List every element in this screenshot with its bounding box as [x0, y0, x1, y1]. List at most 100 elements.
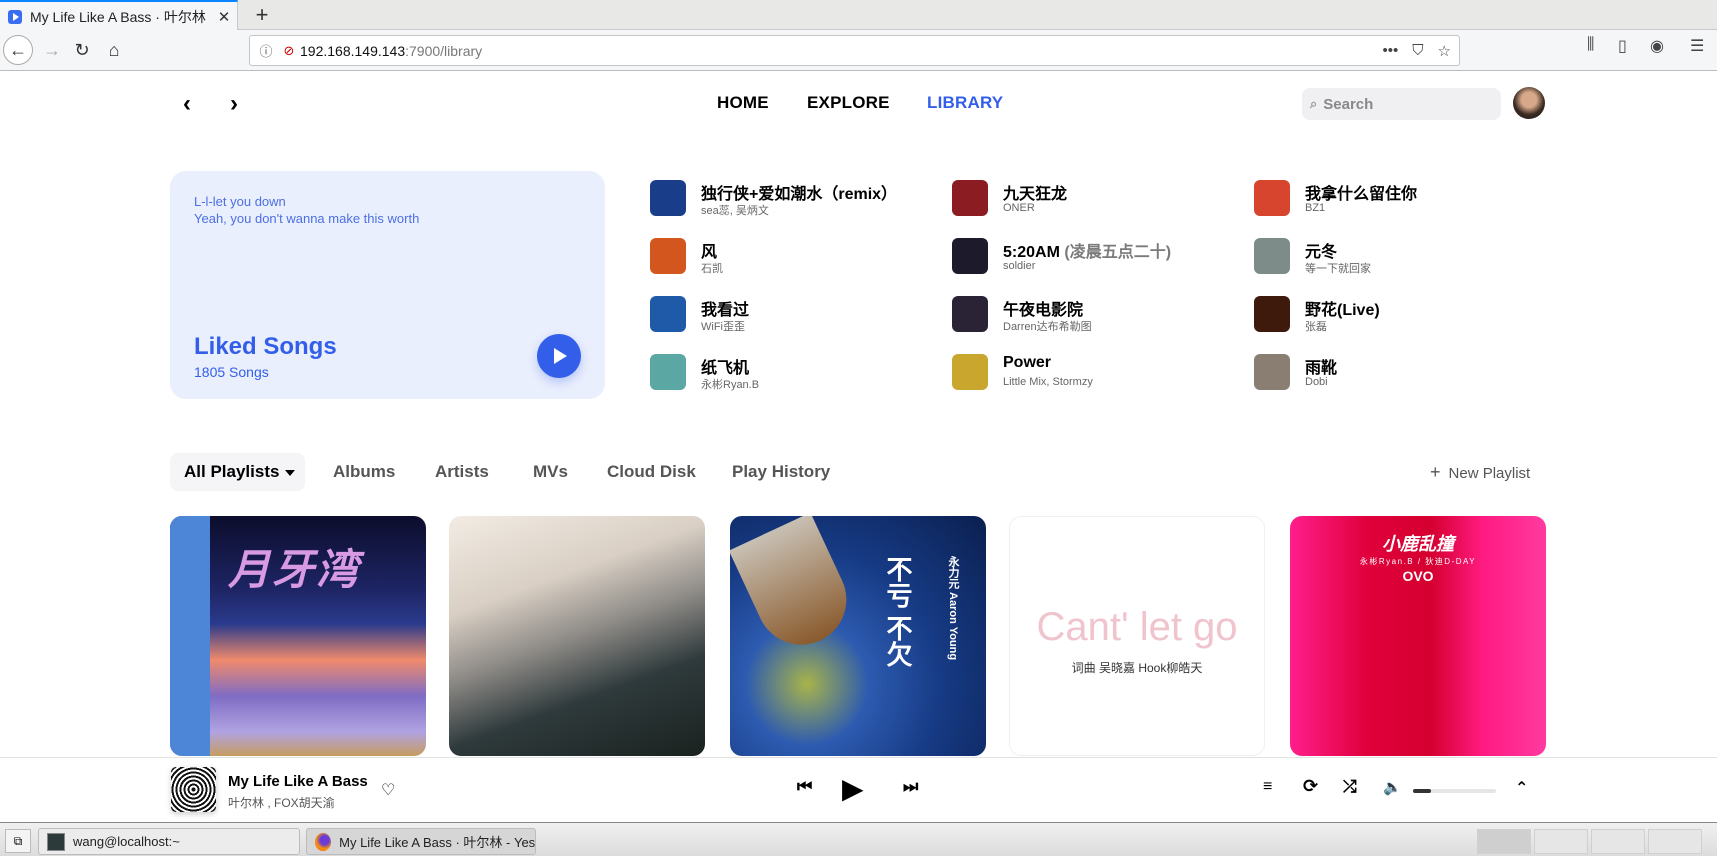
song-artist[interactable]: BZ1	[1305, 202, 1325, 214]
song-item[interactable]: 纸飞机 永彬Ryan.B	[650, 354, 940, 398]
now-playing-title[interactable]: My Life Like A Bass	[228, 773, 368, 790]
tab-mvs[interactable]: MVs	[533, 453, 568, 491]
repeat-icon[interactable]: ⟳	[1303, 776, 1318, 797]
sidebar-icon[interactable]: ▯	[1618, 36, 1627, 56]
song-item[interactable]: 我拿什么留住你 BZ1	[1254, 180, 1544, 224]
play-liked-button[interactable]	[537, 334, 581, 378]
song-cover[interactable]	[952, 354, 988, 390]
insecure-lock-icon[interactable]: ⊘	[278, 43, 300, 59]
taskbar-terminal[interactable]: wang@localhost:~	[38, 828, 300, 855]
song-title[interactable]: 元冬	[1305, 238, 1337, 262]
song-artist[interactable]: soldier	[1003, 260, 1035, 272]
song-title[interactable]: 九天狂龙	[1003, 180, 1067, 204]
play-icon[interactable]: ▶	[842, 772, 864, 805]
pocket-icon[interactable]: ⛉	[1412, 42, 1423, 59]
volume-icon[interactable]: 🔈	[1383, 778, 1402, 796]
playlist-card[interactable]: 小鹿乱撞 永彬Ryan.B / 狄迪D-DAY OVO	[1290, 516, 1546, 756]
queue-icon[interactable]: ≡	[1263, 778, 1272, 796]
playlist-card[interactable]	[449, 516, 705, 756]
tab-all-playlists[interactable]: All Playlists	[170, 453, 305, 491]
forward-button[interactable]: →	[38, 36, 66, 64]
bookmark-star-icon[interactable]: ☆	[1438, 42, 1451, 60]
song-title[interactable]: 独行侠+爱如潮水（remix）	[701, 180, 897, 204]
song-title[interactable]: 野花(Live)	[1305, 296, 1380, 320]
song-title[interactable]: 5:20AM (凌晨五点二十)	[1003, 238, 1171, 262]
song-cover[interactable]	[1254, 296, 1290, 332]
nav-forward-button[interactable]: ›	[230, 90, 238, 118]
previous-track-icon[interactable]: ⏮	[797, 777, 812, 797]
song-cover[interactable]	[1254, 180, 1290, 216]
shuffle-icon[interactable]: ⤮	[1343, 777, 1357, 797]
song-item[interactable]: 我看过 WiFi歪歪	[650, 296, 940, 340]
song-cover[interactable]	[952, 238, 988, 274]
back-button[interactable]: ←	[3, 35, 33, 65]
show-desktop-button[interactable]: ⧉	[5, 829, 31, 853]
song-title[interactable]: 纸飞机	[701, 354, 749, 378]
workspace-4[interactable]	[1648, 829, 1702, 854]
playlist-card[interactable]: 月牙湾	[170, 516, 426, 756]
song-title[interactable]: 午夜电影院	[1003, 296, 1083, 320]
workspace-2[interactable]	[1534, 829, 1588, 854]
song-artist[interactable]: Dobi	[1305, 376, 1328, 388]
song-artist[interactable]: Little Mix, Stormzy	[1003, 376, 1093, 388]
tab-cloud-disk[interactable]: Cloud Disk	[607, 453, 696, 491]
home-button[interactable]: ⌂	[100, 36, 128, 64]
next-track-icon[interactable]: ⏭	[903, 777, 918, 797]
song-cover[interactable]	[650, 180, 686, 216]
song-title[interactable]: 雨靴	[1305, 354, 1337, 378]
nav-library[interactable]: LIBRARY	[927, 93, 1003, 113]
reload-button[interactable]: ↻	[68, 36, 96, 64]
nav-home[interactable]: HOME	[717, 93, 769, 113]
expand-lyrics-icon[interactable]: ⌃	[1515, 778, 1528, 798]
song-artist[interactable]: Darren达布希勒图	[1003, 318, 1092, 334]
song-item[interactable]: 元冬 等一下就回家	[1254, 238, 1544, 282]
new-playlist-button[interactable]: + New Playlist	[1430, 462, 1530, 483]
song-artist[interactable]: 永彬Ryan.B	[701, 376, 759, 392]
song-item[interactable]: 午夜电影院 Darren达布希勒图	[952, 296, 1242, 340]
liked-songs-card[interactable]: L-l-let you down Yeah, you don't wanna m…	[170, 171, 605, 399]
account-icon[interactable]: ◉	[1650, 36, 1664, 56]
song-title[interactable]: Power	[1003, 354, 1051, 372]
song-cover[interactable]	[1254, 238, 1290, 274]
library-icon[interactable]: ⫼	[1587, 36, 1594, 54]
nav-back-button[interactable]: ‹	[183, 90, 191, 118]
song-cover[interactable]	[952, 296, 988, 332]
new-tab-button[interactable]: +	[248, 2, 276, 28]
browser-tab[interactable]: My Life Like A Bass · 叶尔林 ✕	[0, 0, 238, 31]
search-input[interactable]: ⌕ Search	[1302, 88, 1501, 120]
song-item[interactable]: 独行侠+爱如潮水（remix） sea蕊, 吴炳文	[650, 180, 940, 224]
tab-albums[interactable]: Albums	[333, 453, 395, 491]
song-item[interactable]: Power Little Mix, Stormzy	[952, 354, 1242, 398]
song-artist[interactable]: sea蕊, 吴炳文	[701, 202, 769, 218]
page-actions-icon[interactable]: •••	[1383, 42, 1399, 59]
song-artist[interactable]: 等一下就回家	[1305, 260, 1371, 276]
now-playing-artist[interactable]: 叶尔林 , FOX胡天渝	[228, 794, 335, 811]
song-item[interactable]: 风 石凯	[650, 238, 940, 282]
song-artist[interactable]: WiFi歪歪	[701, 318, 745, 334]
song-title[interactable]: 风	[701, 238, 717, 262]
menu-icon[interactable]: ☰	[1690, 36, 1704, 56]
playlist-card[interactable]: Cant' let go 词曲 吴晓嘉 Hook柳皓天	[1009, 516, 1265, 756]
song-item[interactable]: 雨靴 Dobi	[1254, 354, 1544, 398]
close-tab-icon[interactable]: ✕	[211, 8, 237, 26]
song-cover[interactable]	[650, 354, 686, 390]
song-cover[interactable]	[1254, 354, 1290, 390]
tab-play-history[interactable]: Play History	[732, 453, 830, 491]
volume-slider[interactable]	[1413, 789, 1496, 793]
song-item[interactable]: 野花(Live) 张磊	[1254, 296, 1544, 340]
song-title[interactable]: 我拿什么留住你	[1305, 180, 1417, 204]
song-title[interactable]: 我看过	[701, 296, 749, 320]
url-bar[interactable]: ⓘ ⊘ 192.168.149.143:7900/library ••• ⛉ ☆	[249, 35, 1460, 66]
taskbar-firefox[interactable]: My Life Like A Bass · 叶尔林 - YesPl...	[306, 828, 536, 855]
now-playing-cover[interactable]	[171, 767, 216, 812]
workspace-3[interactable]	[1591, 829, 1645, 854]
song-cover[interactable]	[650, 238, 686, 274]
nav-explore[interactable]: EXPLORE	[807, 93, 890, 113]
song-cover[interactable]	[650, 296, 686, 332]
workspace-1[interactable]	[1477, 829, 1531, 854]
like-heart-icon[interactable]: ♡	[381, 780, 395, 800]
tab-artists[interactable]: Artists	[435, 453, 489, 491]
playlist-card[interactable]: 不亏 不欠 永力元 Aaron Young	[730, 516, 986, 756]
song-item[interactable]: 5:20AM (凌晨五点二十) soldier	[952, 238, 1242, 282]
song-item[interactable]: 九天狂龙 ONER	[952, 180, 1242, 224]
